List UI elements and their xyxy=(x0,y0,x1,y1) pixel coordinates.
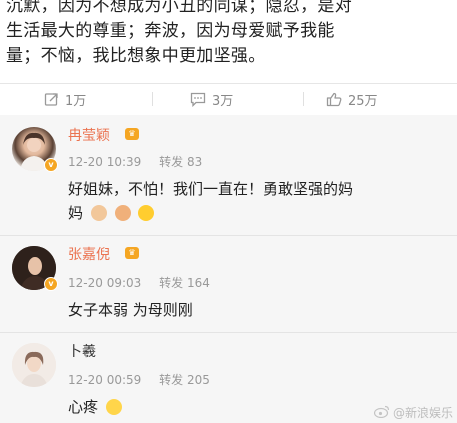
verified-badge-icon: v xyxy=(44,158,58,172)
comment-item: v 冉莹颖 ♛ 12-20 10:39 转发 83 好姐妹，不怕！我们一直在！勇… xyxy=(0,115,457,235)
comment-text-line: 妈 xyxy=(68,204,84,222)
comment-repost-count[interactable]: 转发 205 xyxy=(159,373,210,387)
repost-button[interactable]: 1万 xyxy=(44,88,86,110)
action-divider xyxy=(152,92,153,106)
comment-meta: 12-20 10:39 转发 83 xyxy=(68,153,202,170)
comment-username[interactable]: 卜羲 xyxy=(68,341,96,361)
comment-time: 09:03 xyxy=(106,276,142,290)
verified-badge-icon: v xyxy=(44,277,58,291)
comment-text-line: 好姐妹，不怕！我们一直在！勇敢坚强的妈 xyxy=(68,180,354,198)
comment-username[interactable]: 冉莹颖 xyxy=(68,125,110,145)
post-action-bar: 1万 3万 25万 xyxy=(0,84,457,114)
kiss-face-emoji-icon xyxy=(138,204,155,221)
comment-repost-count[interactable]: 转发 83 xyxy=(159,155,202,169)
comment-date: 12-20 xyxy=(68,276,103,290)
repost-count: 1万 xyxy=(65,93,87,109)
comment-meta: 12-20 00:59 转发 205 xyxy=(68,371,210,388)
vip-crown-icon: ♛ xyxy=(125,128,139,140)
watermark: @新浪娱乐 xyxy=(373,404,453,421)
comment-date: 12-20 xyxy=(68,373,103,387)
comment-item: v 张嘉倪 ♛ 12-20 09:03 转发 164 女子本弱 为母则刚 xyxy=(0,236,457,332)
post-text-line: 生活最大的尊重；奔波，因为母爱赋予我能 xyxy=(6,21,335,41)
comment-text-line: 心疼 xyxy=(68,398,99,416)
flex-arm-emoji-icon xyxy=(114,204,131,221)
comment-button[interactable]: 3万 xyxy=(190,88,233,110)
comment-text: 好姐妹，不怕！我们一直在！勇敢坚强的妈 妈 xyxy=(68,177,353,225)
comment-text: 心疼 xyxy=(68,395,122,419)
comment-text-line2: 妈 xyxy=(68,201,353,225)
post-text-line: 量；不恼，我比想象中更加坚强。 xyxy=(6,46,266,66)
comment-text: 女子本弱 为母则刚 xyxy=(68,301,193,319)
post-text: 沉默，因为不想成为小丑的同谋；隐忍，是对 生活最大的尊重；奔波，因为母爱赋予我能… xyxy=(6,0,446,69)
thumbs-up-emoji-icon xyxy=(90,204,107,221)
vip-crown-icon: ♛ xyxy=(125,247,139,259)
weibo-logo-icon xyxy=(373,405,390,421)
comments-section: v 冉莹颖 ♛ 12-20 10:39 转发 83 好姐妹，不怕！我们一直在！勇… xyxy=(0,115,457,423)
like-count: 25万 xyxy=(348,93,378,109)
comment-time: 00:59 xyxy=(106,373,142,387)
crying-face-emoji-icon xyxy=(105,398,122,415)
comment-repost-count[interactable]: 转发 164 xyxy=(159,276,210,290)
weibo-post: 沉默，因为不想成为小丑的同谋；隐忍，是对 生活最大的尊重；奔波，因为母爱赋予我能… xyxy=(0,0,457,83)
watermark-text: @新浪娱乐 xyxy=(392,406,453,420)
comment-time: 10:39 xyxy=(106,155,142,169)
comment-count: 3万 xyxy=(212,93,234,109)
comment-username[interactable]: 张嘉倪 xyxy=(68,244,110,264)
avatar[interactable] xyxy=(12,343,56,387)
action-divider xyxy=(303,92,304,106)
post-text-line: 沉默，因为不想成为小丑的同谋；隐忍，是对 xyxy=(6,0,352,16)
comment-icon xyxy=(190,92,206,107)
repost-icon xyxy=(44,92,59,107)
like-button[interactable]: 25万 xyxy=(326,88,378,110)
comment-meta: 12-20 09:03 转发 164 xyxy=(68,274,210,291)
comment-date: 12-20 xyxy=(68,155,103,169)
thumbs-up-icon xyxy=(326,92,342,107)
